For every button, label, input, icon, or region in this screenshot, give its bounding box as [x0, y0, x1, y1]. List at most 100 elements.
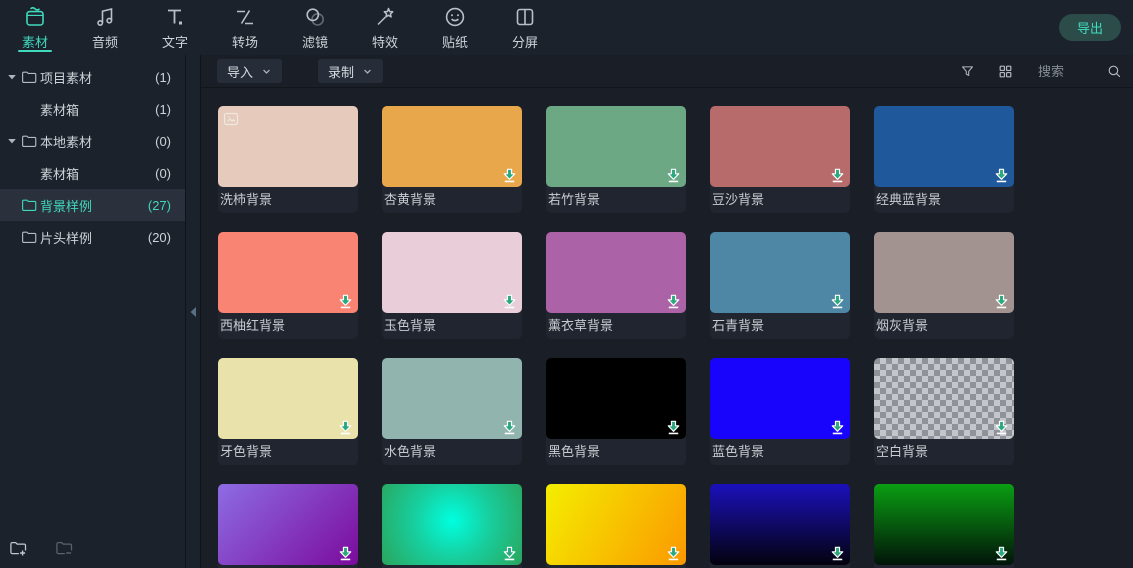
tab-split-screen[interactable]: 分屏	[490, 0, 560, 55]
sidebar-item-label: 项目素材	[40, 70, 93, 86]
text-icon	[163, 5, 187, 29]
filter-icon[interactable]	[959, 63, 976, 80]
download-icon[interactable]	[830, 420, 845, 435]
sidebar-item-count: (1)	[155, 101, 171, 117]
tab-filter-lens[interactable]: 滤镜	[280, 0, 350, 55]
sidebar-folder-item[interactable]: 背景样例 (27)	[0, 189, 185, 221]
tab-text[interactable]: 文字	[140, 0, 210, 55]
sidebar-footer	[0, 528, 185, 568]
record-button-label: 录制	[328, 64, 355, 80]
download-icon[interactable]	[830, 168, 845, 183]
background-sample-item[interactable]: 蓝色背景	[710, 358, 850, 465]
sample-label: 薰衣草背景	[548, 318, 614, 333]
download-icon[interactable]	[994, 420, 1009, 435]
sidebar-folder-item[interactable]: 素材箱 (0)	[0, 157, 185, 189]
tab-label: 滤镜	[301, 34, 328, 50]
chevron-down-icon	[261, 66, 272, 77]
sample-label: 烟灰背景	[876, 318, 929, 333]
background-sample-item[interactable]	[874, 484, 1014, 568]
tab-music[interactable]: 音频	[70, 0, 140, 55]
music-icon	[93, 5, 117, 29]
background-sample-item[interactable]: 烟灰背景	[874, 232, 1014, 339]
new-folder-icon[interactable]	[8, 538, 28, 558]
background-sample-item[interactable]	[382, 484, 522, 568]
download-icon[interactable]	[502, 420, 517, 435]
search-box	[1038, 63, 1123, 80]
download-icon[interactable]	[502, 546, 517, 561]
download-icon[interactable]	[830, 546, 845, 561]
tab-label: 素材	[21, 34, 48, 50]
background-sample-item[interactable]: 牙色背景	[218, 358, 358, 465]
background-sample-item[interactable]: 玉色背景	[382, 232, 522, 339]
search-icon	[1106, 63, 1123, 80]
background-sample-item[interactable]: 空白背景	[874, 358, 1014, 465]
tab-effects[interactable]: 特效	[350, 0, 420, 55]
tab-media[interactable]: 素材	[0, 0, 70, 55]
sidebar-item-count: (0)	[155, 165, 171, 181]
download-icon[interactable]	[338, 294, 353, 309]
background-sample-item[interactable]	[218, 484, 358, 568]
app-window: 素材 音频 文字 转场 滤镜 特效 贴纸 分屏 导出 项目素材 (1) 素材箱 …	[0, 0, 1133, 568]
import-button-label: 导入	[227, 64, 254, 80]
background-sample-item[interactable]: 水色背景	[382, 358, 522, 465]
sidebar-item-label: 素材箱	[40, 102, 80, 118]
tab-transition[interactable]: 转场	[210, 0, 280, 55]
sidebar-item-label: 片头样例	[40, 230, 93, 246]
background-sample-item[interactable]: 若竹背景	[546, 106, 686, 213]
sidebar-folder-tree: 项目素材 (1) 素材箱 (1) 本地素材 (0) 素材箱 (0) 背景样例 (…	[0, 61, 185, 253]
background-sample-item[interactable]: 杏黄背景	[382, 106, 522, 213]
tab-label: 音频	[91, 34, 118, 50]
color-swatch	[546, 484, 686, 565]
download-icon[interactable]	[994, 168, 1009, 183]
download-icon[interactable]	[502, 168, 517, 183]
download-icon[interactable]	[666, 546, 681, 561]
background-sample-item[interactable]: 黑色背景	[546, 358, 686, 465]
search-input[interactable]	[1038, 63, 1102, 79]
background-sample-item[interactable]: 西柚红背景	[218, 232, 358, 339]
download-icon[interactable]	[830, 294, 845, 309]
delete-folder-icon[interactable]	[54, 538, 74, 558]
color-swatch	[382, 232, 522, 313]
download-icon[interactable]	[994, 294, 1009, 309]
record-button[interactable]: 录制	[318, 59, 384, 83]
sample-label: 经典蓝背景	[876, 192, 942, 207]
export-button[interactable]: 导出	[1058, 14, 1121, 41]
background-sample-item[interactable]: 薰衣草背景	[546, 232, 686, 339]
color-swatch	[710, 106, 850, 187]
download-icon[interactable]	[338, 546, 353, 561]
download-icon[interactable]	[666, 294, 681, 309]
sample-label: 蓝色背景	[712, 444, 765, 459]
import-button[interactable]: 导入	[217, 59, 283, 83]
sample-label: 玉色背景	[384, 318, 437, 333]
split-screen-icon	[513, 5, 537, 29]
download-icon[interactable]	[666, 420, 681, 435]
sidebar-folder-item[interactable]: 项目素材 (1)	[0, 61, 185, 93]
background-sample-item[interactable]: 洗柿背景	[218, 106, 358, 213]
sidebar-collapse-icon[interactable]	[189, 306, 197, 318]
download-icon[interactable]	[666, 168, 681, 183]
download-icon[interactable]	[338, 420, 353, 435]
media-icon	[23, 5, 47, 29]
expand-caret-icon[interactable]	[6, 136, 18, 146]
color-swatch	[546, 106, 686, 187]
background-sample-item[interactable]	[546, 484, 686, 568]
background-sample-item[interactable]	[710, 484, 850, 568]
tab-sticker[interactable]: 贴纸	[420, 0, 490, 55]
sample-label: 石青背景	[712, 318, 765, 333]
background-sample-item[interactable]: 石青背景	[710, 232, 850, 339]
download-icon[interactable]	[994, 546, 1009, 561]
expand-caret-icon[interactable]	[6, 72, 18, 82]
sidebar-folder-item[interactable]: 素材箱 (1)	[0, 93, 185, 125]
sidebar-folder-item[interactable]: 本地素材 (0)	[0, 125, 185, 157]
background-sample-item[interactable]: 豆沙背景	[710, 106, 850, 213]
sidebar-item-label: 素材箱	[40, 166, 80, 182]
color-swatch	[218, 358, 358, 439]
sidebar-folder-item[interactable]: 片头样例 (20)	[0, 221, 185, 253]
filter-lens-icon	[303, 5, 327, 29]
background-sample-item[interactable]: 经典蓝背景	[874, 106, 1014, 213]
download-icon[interactable]	[502, 294, 517, 309]
color-swatch	[382, 358, 522, 439]
grid-view-icon[interactable]	[997, 63, 1014, 80]
color-swatch	[710, 232, 850, 313]
color-swatch	[218, 106, 358, 187]
